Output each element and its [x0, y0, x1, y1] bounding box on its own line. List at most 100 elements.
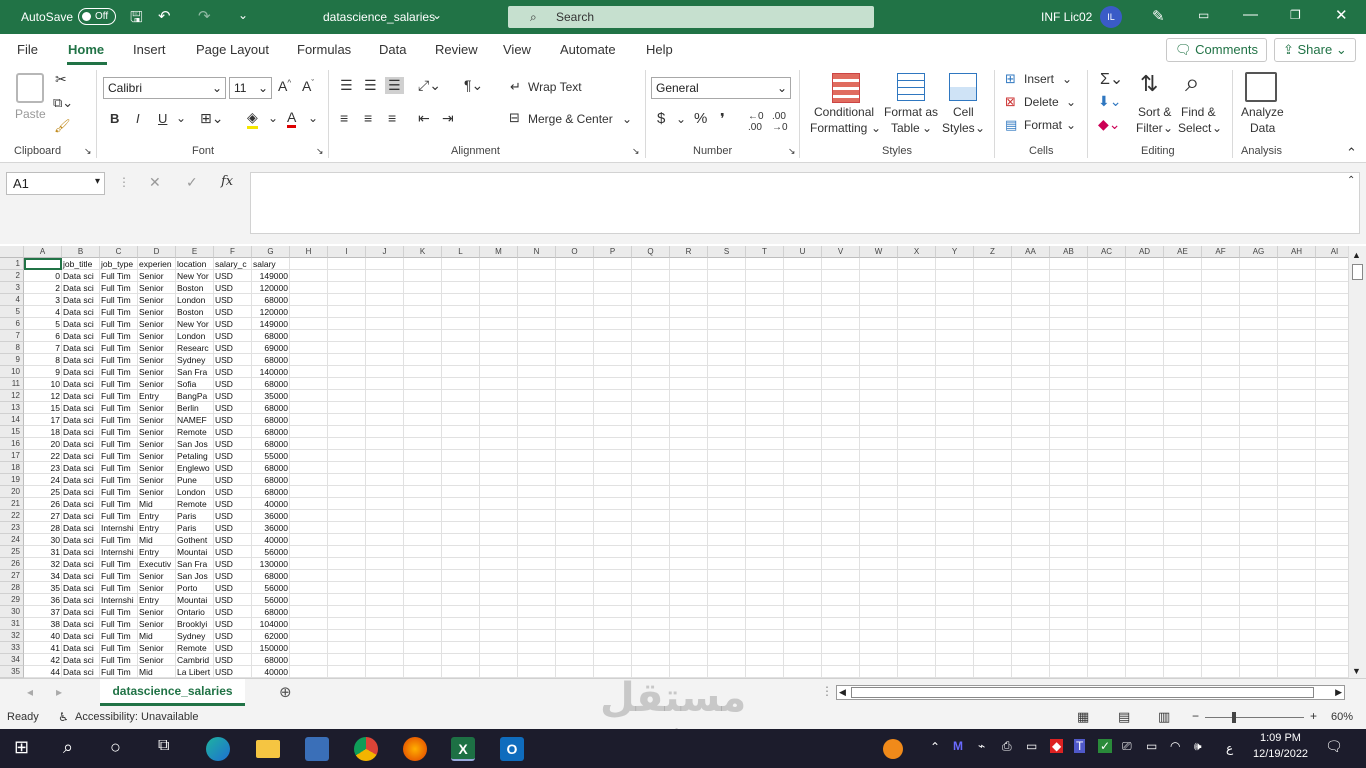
cell-ag30[interactable]: [1240, 606, 1278, 618]
cell-q19[interactable]: [632, 474, 670, 486]
cell-ai15[interactable]: [1316, 426, 1348, 438]
cell-g21[interactable]: 40000: [252, 498, 290, 510]
cell-x16[interactable]: [898, 438, 936, 450]
row-header[interactable]: 33: [0, 642, 24, 654]
cell-c3[interactable]: Full Tim: [100, 282, 138, 294]
row-header[interactable]: 15: [0, 426, 24, 438]
cell-ai19[interactable]: [1316, 474, 1348, 486]
cell-s18[interactable]: [708, 462, 746, 474]
cell-v6[interactable]: [822, 318, 860, 330]
volume-icon[interactable]: 🕪: [1194, 739, 1202, 754]
cell-m34[interactable]: [480, 654, 518, 666]
cell-b11[interactable]: Data sci: [62, 378, 100, 390]
cell-h2[interactable]: [290, 270, 328, 282]
scroll-thumb[interactable]: [1352, 264, 1363, 280]
cell-aa15[interactable]: [1012, 426, 1050, 438]
cell-t10[interactable]: [746, 366, 784, 378]
cell-g23[interactable]: 36000: [252, 522, 290, 534]
cell-h33[interactable]: [290, 642, 328, 654]
font-color-icon[interactable]: A: [287, 109, 297, 128]
cell-p18[interactable]: [594, 462, 632, 474]
format-cells-icon[interactable]: ▤: [1005, 117, 1017, 133]
cell-k33[interactable]: [404, 642, 442, 654]
column-header-f[interactable]: F: [214, 246, 252, 258]
cell-b33[interactable]: Data sci: [62, 642, 100, 654]
cell-d34[interactable]: Senior: [138, 654, 176, 666]
cell-ai21[interactable]: [1316, 498, 1348, 510]
cell-w2[interactable]: [860, 270, 898, 282]
cell-af20[interactable]: [1202, 486, 1240, 498]
cell-r17[interactable]: [670, 450, 708, 462]
cell-t23[interactable]: [746, 522, 784, 534]
cell-b27[interactable]: Data sci: [62, 570, 100, 582]
cut-icon[interactable]: ✂: [55, 71, 67, 88]
cell-x35[interactable]: [898, 666, 936, 678]
cell-ae35[interactable]: [1164, 666, 1202, 678]
cell-y5[interactable]: [936, 306, 974, 318]
cell-k25[interactable]: [404, 546, 442, 558]
cell-c6[interactable]: Full Tim: [100, 318, 138, 330]
cell-af5[interactable]: [1202, 306, 1240, 318]
cell-p7[interactable]: [594, 330, 632, 342]
cell-ad35[interactable]: [1126, 666, 1164, 678]
cell-d7[interactable]: Senior: [138, 330, 176, 342]
cell-af30[interactable]: [1202, 606, 1240, 618]
cell-af2[interactable]: [1202, 270, 1240, 282]
cell-k26[interactable]: [404, 558, 442, 570]
cell-a20[interactable]: 25: [24, 486, 62, 498]
cell-h10[interactable]: [290, 366, 328, 378]
cell-h12[interactable]: [290, 390, 328, 402]
cell-g32[interactable]: 62000: [252, 630, 290, 642]
cell-e32[interactable]: Sydney: [176, 630, 214, 642]
cell-ai26[interactable]: [1316, 558, 1348, 570]
tray-teams-icon[interactable]: T: [1074, 739, 1086, 753]
cell-m28[interactable]: [480, 582, 518, 594]
cell-aa33[interactable]: [1012, 642, 1050, 654]
cell-c9[interactable]: Full Tim: [100, 354, 138, 366]
cell-x19[interactable]: [898, 474, 936, 486]
file-explorer-icon[interactable]: [256, 740, 280, 758]
cell-ah8[interactable]: [1278, 342, 1316, 354]
cell-ah19[interactable]: [1278, 474, 1316, 486]
cell-x21[interactable]: [898, 498, 936, 510]
cell-n29[interactable]: [518, 594, 556, 606]
cell-j27[interactable]: [366, 570, 404, 582]
row-header[interactable]: 14: [0, 414, 24, 426]
cell-t14[interactable]: [746, 414, 784, 426]
cell-u3[interactable]: [784, 282, 822, 294]
cell-ae14[interactable]: [1164, 414, 1202, 426]
cell-ah14[interactable]: [1278, 414, 1316, 426]
cell-ah15[interactable]: [1278, 426, 1316, 438]
row-header[interactable]: 7: [0, 330, 24, 342]
cell-i32[interactable]: [328, 630, 366, 642]
cell-f2[interactable]: USD: [214, 270, 252, 282]
cell-aa32[interactable]: [1012, 630, 1050, 642]
cell-n19[interactable]: [518, 474, 556, 486]
cell-s20[interactable]: [708, 486, 746, 498]
enter-icon[interactable]: ✓: [186, 174, 198, 191]
cell-b19[interactable]: Data sci: [62, 474, 100, 486]
cell-ai2[interactable]: [1316, 270, 1348, 282]
cell-u23[interactable]: [784, 522, 822, 534]
cell-ad30[interactable]: [1126, 606, 1164, 618]
cell-ab30[interactable]: [1050, 606, 1088, 618]
cell-t2[interactable]: [746, 270, 784, 282]
cell-ae25[interactable]: [1164, 546, 1202, 558]
cell-ad5[interactable]: [1126, 306, 1164, 318]
cell-ad11[interactable]: [1126, 378, 1164, 390]
cell-ab12[interactable]: [1050, 390, 1088, 402]
cell-c4[interactable]: Full Tim: [100, 294, 138, 306]
cell-l23[interactable]: [442, 522, 480, 534]
autosum-icon[interactable]: Σ⌄: [1100, 69, 1123, 89]
cell-m17[interactable]: [480, 450, 518, 462]
cell-s7[interactable]: [708, 330, 746, 342]
cell-p8[interactable]: [594, 342, 632, 354]
column-header-o[interactable]: O: [556, 246, 594, 258]
cell-ac22[interactable]: [1088, 510, 1126, 522]
page-break-view-icon[interactable]: ▥: [1158, 709, 1170, 725]
cell-d17[interactable]: Senior: [138, 450, 176, 462]
cell-m26[interactable]: [480, 558, 518, 570]
cell-a33[interactable]: 41: [24, 642, 62, 654]
cell-v8[interactable]: [822, 342, 860, 354]
cell-c35[interactable]: Full Tim: [100, 666, 138, 678]
